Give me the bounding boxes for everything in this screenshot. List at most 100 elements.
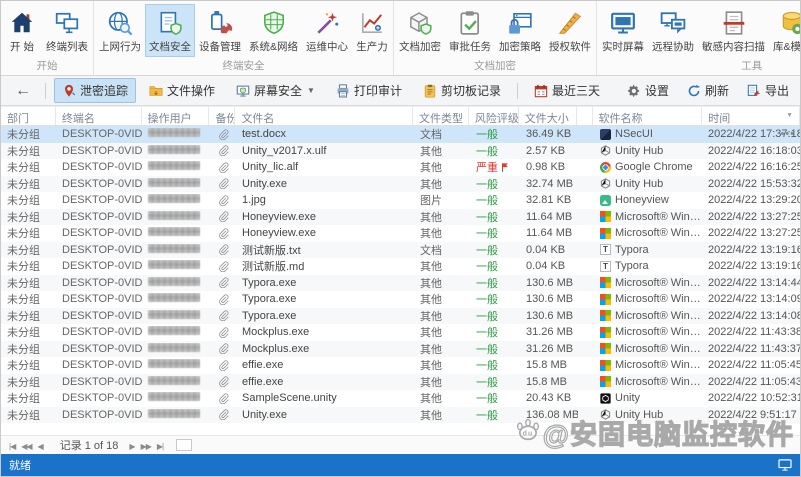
software-name: Microsoft® Windows® Oper... [615, 227, 704, 240]
table-row[interactable]: 未分组 DESKTOP-0VIDMDJ Mockplus.exe 其他 一般 31.26 … [1, 324, 800, 341]
cell-dept: 未分组 [7, 409, 40, 422]
table-row[interactable]: 未分组 DESKTOP-0VIDMDJ Typora.exe 其他 一般 130.6 MB… [1, 274, 800, 291]
table-row[interactable]: 未分组 DESKTOP-0VIDMDJ effie.exe 其他 一般 15.8 MB Mi… [1, 373, 800, 390]
ribbon-item-device-management[interactable]: 设备管理 [195, 4, 245, 57]
ribbon-item-ops-center[interactable]: 运维中心 [302, 4, 352, 57]
table-row[interactable]: 未分组 DESKTOP-0VIDMDJ 测试新版.md 其他 一般 0.04 KB T Typ… [1, 258, 800, 275]
cell-risk: 严重 [470, 159, 520, 175]
windows-icon [600, 343, 611, 355]
cell-filesize: 0.98 KB [526, 161, 566, 174]
ribbon-item-document-security[interactable]: 文档安全 [145, 4, 195, 57]
nsecui-icon [600, 128, 611, 140]
table-row[interactable]: 未分组 DESKTOP-0VIDMDJ effie.exe 其他 一般 15.8 MB Mi… [1, 357, 800, 374]
column-header-spacer[interactable] [577, 107, 593, 125]
ribbon-item-home[interactable]: 开 始 [2, 4, 42, 57]
app-window: 开 始终端列表 开始 上网行为 文档安全 设备管理 系统&网络 运维中心 生产力 终端安全 文档加… [0, 0, 801, 477]
toolbar-button-file-ops[interactable]: 文件操作 [141, 78, 223, 103]
ribbon-item-realtime-screen[interactable]: 实时屏幕 [598, 4, 648, 57]
column-header-user[interactable]: 操作用户 [142, 107, 210, 125]
table-row[interactable]: 未分组 DESKTOP-0VIDMDJ Honeyview.exe 其他 一般 11.64… [1, 208, 800, 225]
toolbar-button-print-audit[interactable]: 打印审计 [328, 78, 410, 103]
typora-icon: T [600, 244, 611, 256]
column-header-time[interactable]: 时间 ▼ [702, 107, 800, 125]
fast-next-page-button[interactable]: ▶▶ [141, 442, 152, 451]
table-row[interactable]: 未分组 DESKTOP-0VIDMDJ Unity_v2017.x.ulf 其他 一般 2… [1, 142, 800, 159]
column-header-dept[interactable]: 部门 [1, 107, 56, 125]
table-header: 部门 终端名 操作用户 备份 文件名 文件类型 风险评级 文件大小 软件名称 时间 ▼ [1, 106, 800, 126]
column-header-terminal[interactable]: 终端名 [56, 107, 142, 125]
cell-filesize: 0.04 KB [526, 243, 566, 256]
cell-user [142, 128, 210, 140]
cell-software: Unity Hub [594, 409, 704, 421]
ribbon-item-system-network[interactable]: 系统&网络 [245, 4, 302, 57]
table-row[interactable]: 未分组 DESKTOP-0VIDMDJ Mockplus.exe 其他 一般 31.26 … [1, 340, 800, 357]
toolbar-button-clipboard-record[interactable]: 剪切板记录 [415, 78, 509, 103]
redacted-username [148, 342, 200, 352]
filter-caret-icon[interactable]: ▼ [786, 112, 793, 119]
cell-backup [210, 360, 236, 371]
fast-prev-page-button[interactable]: ◀◀ [21, 442, 32, 451]
table-row[interactable]: 未分组 DESKTOP-0VIDMDJ Unity_lic.alf 其他 严重 0.98 … [1, 159, 800, 176]
cell-filetype: 其他 [420, 343, 442, 356]
next-page-button[interactable]: ▶ [129, 442, 135, 451]
clipboard-record-icon [423, 84, 437, 98]
ribbon-item-library-template[interactable]: 库&模板 [769, 4, 800, 57]
table-row[interactable]: 未分组 DESKTOP-0VIDMDJ SampleScene.unity 其他 一般 2… [1, 390, 800, 407]
ribbon-item-encrypt-policy[interactable]: 加密策略 [495, 4, 545, 57]
column-header-backup[interactable]: 备份 [209, 107, 236, 125]
encrypt-policy-icon [507, 9, 533, 37]
column-header-filename[interactable]: 文件名 [235, 107, 413, 125]
system-network-icon [261, 9, 287, 37]
table-row[interactable]: 未分组 DESKTOP-0VIDMDJ test.docx 文档 一般 36.49 KB N… [1, 126, 800, 143]
ribbon-item-doc-encrypt[interactable]: 文档加密 [395, 4, 445, 57]
toolbar-button-settings-gear[interactable]: 设置 [624, 78, 672, 103]
table-row[interactable]: 未分组 DESKTOP-0VIDMDJ Typora.exe 其他 一般 130.6 MB… [1, 291, 800, 308]
row-more-icon[interactable]: ••• [780, 128, 795, 140]
first-page-button[interactable]: |◀ [9, 442, 16, 451]
toolbar-button-leak-trace[interactable]: 泄密追踪 [54, 78, 137, 103]
ribbon-item-label: 实时屏幕 [602, 41, 645, 53]
toolbar-button-screen-security[interactable]: 屏幕安全 ▼ [228, 78, 323, 103]
ribbon-item-terminal-list[interactable]: 终端列表 [42, 4, 92, 57]
ribbon-item-licensed-software[interactable]: 授权软件 [545, 4, 595, 57]
redacted-username [148, 210, 200, 220]
cell-backup [210, 294, 236, 305]
toolbar-button-recent-days[interactable]: 最近三天 [526, 78, 608, 103]
redacted-username [148, 128, 200, 138]
column-header-risk[interactable]: 风险评级 [469, 107, 519, 125]
table-row[interactable]: 未分组 DESKTOP-0VIDMDJ 测试新版.txt 文档 一般 0.04 KB T Ty… [1, 241, 800, 258]
toolbar-button-export[interactable]: 导出 [744, 78, 792, 103]
table-row[interactable]: 未分组 DESKTOP-0VIDMDJ Unity.exe 其他 一般 32.74 MB U… [1, 175, 800, 192]
cell-terminal: DESKTOP-0VIDMDJ [62, 260, 142, 273]
toolbar-button-refresh[interactable]: 刷新 [684, 78, 732, 103]
last-page-button[interactable]: ▶| [157, 442, 164, 451]
risk-badge: 一般 [476, 393, 498, 406]
cell-risk: 一般 [470, 126, 520, 142]
cell-terminal: DESKTOP-0VIDMDJ [62, 161, 142, 174]
ribbon-item-sensitive-scan[interactable]: 敏感内容扫描 [698, 4, 769, 57]
cell-filename: Unity.exe [242, 408, 288, 421]
ribbon-item-remote-assist[interactable]: 远程协助 [648, 4, 698, 57]
ribbon-item-productivity[interactable]: 生产力 [352, 4, 392, 57]
chevron-down-icon: ▼ [307, 86, 315, 95]
table-row[interactable]: 未分组 DESKTOP-0VIDMDJ Typora.exe 其他 一般 130.6 MB… [1, 307, 800, 324]
redacted-username [148, 408, 200, 418]
table-row[interactable]: 未分组 DESKTOP-0VIDMDJ Unity.exe 其他 一般 136.08 MB… [1, 406, 800, 423]
back-arrow-icon[interactable]: ← [9, 82, 37, 100]
risk-badge: 一般 [476, 310, 498, 323]
column-header-filetype[interactable]: 文件类型 [413, 107, 469, 125]
realtime-screen-icon [610, 9, 636, 37]
column-header-filesize[interactable]: 文件大小 [519, 107, 577, 125]
cell-user [142, 408, 210, 421]
ribbon-item-approve-task[interactable]: 审批任务 [445, 4, 495, 57]
table-row[interactable]: 未分组 DESKTOP-0VIDMDJ 1.jpg 图片 一般 32.81 KB Honey… [1, 192, 800, 209]
typora-icon: T [600, 260, 611, 272]
toolbar-button-label: 打印审计 [353, 84, 402, 98]
prev-page-button[interactable]: ◀ [38, 442, 44, 451]
table-row[interactable]: 未分组 DESKTOP-0VIDMDJ Honeyview.exe 其他 一般 11.64… [1, 225, 800, 242]
cell-filename: 测试新版.txt [242, 244, 301, 257]
pagination-bar: |◀ ◀◀ ◀ 记录 1 of 18 ▶ ▶▶ ▶| [1, 435, 800, 454]
column-header-software[interactable]: 软件名称 [593, 107, 703, 125]
page-input[interactable] [176, 439, 193, 451]
ribbon-item-internet-behavior[interactable]: 上网行为 [95, 4, 145, 57]
